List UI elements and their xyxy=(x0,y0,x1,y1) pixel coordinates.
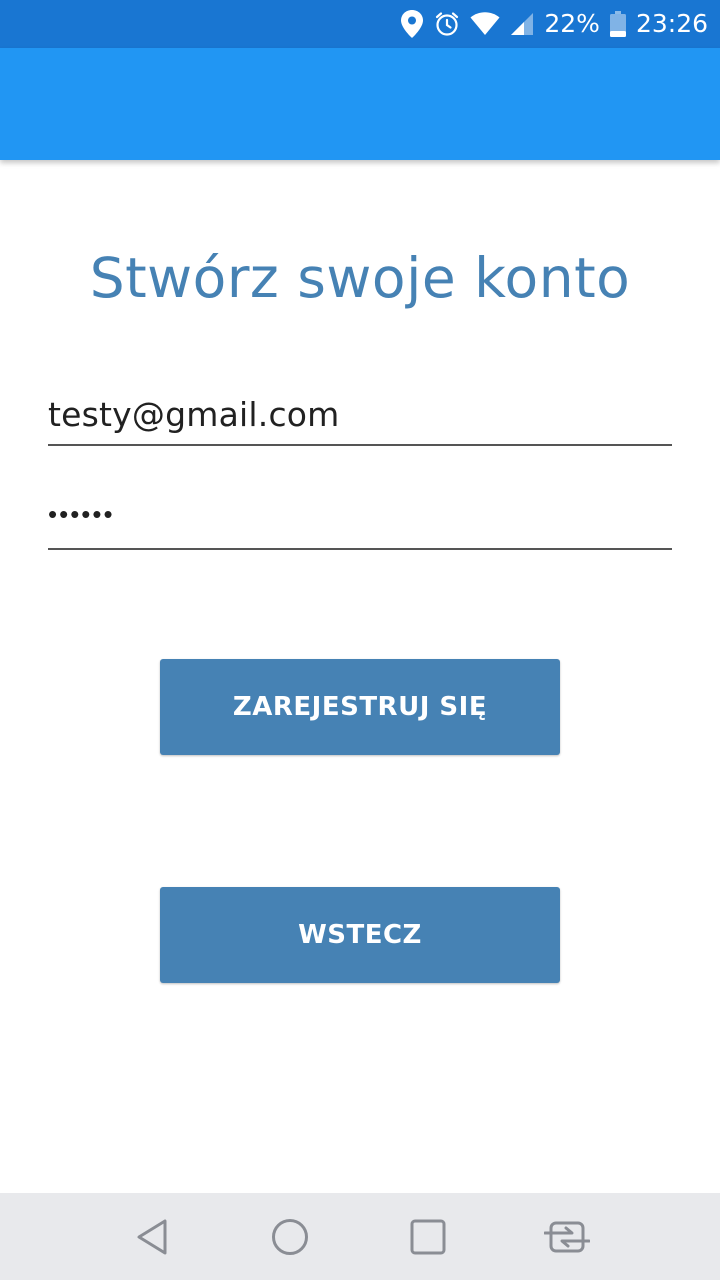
back-button[interactable]: WSTECZ xyxy=(160,887,560,983)
status-bar: 22% 23:26 xyxy=(0,0,720,48)
page-title: Stwórz swoje konto xyxy=(89,246,631,310)
navigation-bar xyxy=(0,1193,720,1280)
clock: 23:26 xyxy=(635,9,708,38)
app-bar xyxy=(0,48,720,160)
back-triangle-icon[interactable] xyxy=(112,1193,192,1280)
email-field[interactable]: testy@gmail.com xyxy=(48,386,672,446)
recents-square-icon[interactable] xyxy=(388,1193,468,1280)
wifi-icon xyxy=(470,12,500,36)
password-value: •••••• xyxy=(48,499,115,529)
battery-percent: 22% xyxy=(544,9,600,38)
home-circle-icon[interactable] xyxy=(250,1193,330,1280)
alarm-icon xyxy=(434,11,460,37)
location-icon xyxy=(400,9,424,39)
switch-apps-icon[interactable] xyxy=(527,1193,607,1280)
battery-icon xyxy=(609,11,626,37)
signal-icon xyxy=(510,12,534,36)
password-field[interactable]: •••••• xyxy=(48,490,672,550)
status-icons: 22% 23:26 xyxy=(400,0,708,48)
register-form: Stwórz swoje konto testy@gmail.com •••••… xyxy=(0,160,720,1193)
email-value: testy@gmail.com xyxy=(48,395,340,434)
register-button[interactable]: ZAREJESTRUJ SIĘ xyxy=(160,659,560,755)
